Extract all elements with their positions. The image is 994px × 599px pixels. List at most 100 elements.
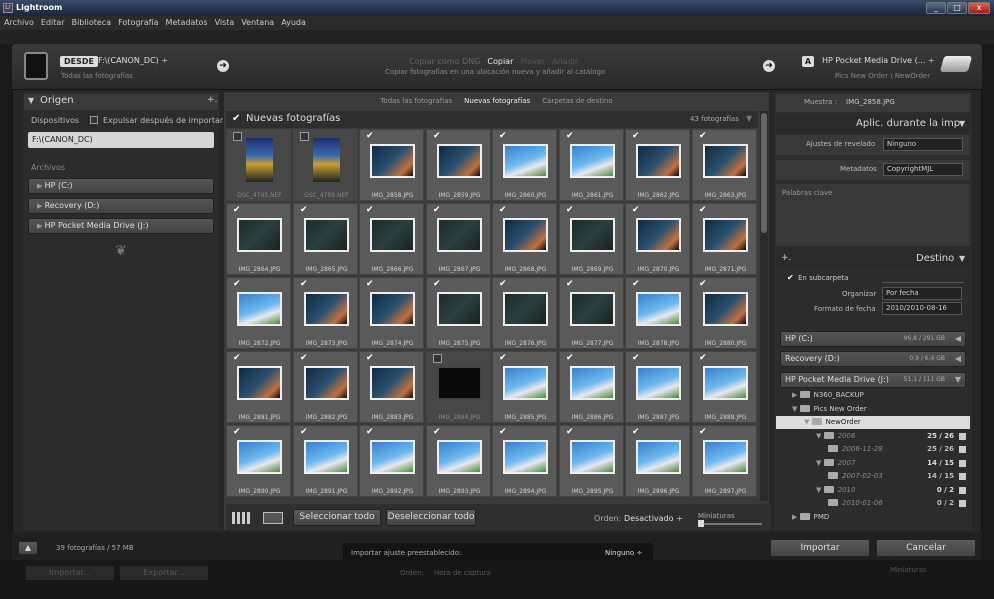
photo-thumbnail[interactable] (437, 218, 482, 252)
mode-add[interactable]: Añadir (552, 57, 578, 66)
folder-check-icon[interactable] (959, 486, 966, 494)
grid-scrollbar[interactable] (760, 111, 768, 501)
folder-tree-row[interactable]: 2007-02-03 14 / 15 (776, 470, 970, 483)
folder-tree-row[interactable]: ▶ N360_BACKUP (776, 389, 970, 402)
folder-check-icon[interactable] (959, 432, 966, 440)
unchecked-box-icon[interactable] (433, 354, 442, 363)
photo-cell[interactable]: ✔ IMG_2861.JPG (559, 129, 624, 201)
photo-thumbnail[interactable] (703, 218, 748, 252)
photo-thumbnail[interactable] (503, 218, 548, 252)
photo-cell[interactable]: ✔ IMG_2888.JPG (692, 351, 757, 423)
photo-thumbnail[interactable] (503, 292, 548, 326)
photo-cell[interactable]: ✔ IMG_2880.JPG (692, 277, 757, 349)
photo-cell[interactable]: ✔ IMG_2876.JPG (492, 277, 557, 349)
photo-cell[interactable]: ✔ IMG_2858.JPG (359, 129, 424, 201)
deselect-all-button[interactable]: Deseleccionar todo (386, 509, 476, 526)
checkmark-icon[interactable]: ✔ (499, 132, 508, 141)
checkmark-icon[interactable]: ✔ (699, 428, 708, 437)
photo-thumbnail[interactable] (570, 218, 615, 252)
photo-thumbnail[interactable] (304, 218, 349, 252)
photo-cell[interactable]: ✔ IMG_2863.JPG (692, 129, 757, 201)
selected-device[interactable]: F:\(CANON_DC) (28, 132, 214, 148)
checkmark-icon[interactable]: ✔ (233, 354, 242, 363)
checkmark-icon[interactable]: ✔ (433, 132, 442, 141)
folder-check-icon[interactable] (959, 473, 966, 480)
photo-thumbnail[interactable] (370, 218, 415, 252)
triangle-icon[interactable]: ▼ (816, 459, 824, 467)
checkmark-icon[interactable]: ✔ (499, 280, 508, 289)
photo-thumbnail[interactable] (503, 144, 548, 178)
subfolder-input[interactable] (882, 272, 964, 283)
dest-drive-hp-c[interactable]: HP (C:) 96,8 / 291 GB ◀ (780, 331, 966, 347)
checkmark-icon[interactable]: ✔ (300, 428, 309, 437)
photo-cell[interactable]: ✔ IMG_2883.JPG (359, 351, 424, 423)
datefmt-select[interactable]: 2010/2010-08-16 (882, 302, 962, 315)
mode-move[interactable]: Mover (520, 57, 545, 66)
photo-thumbnail[interactable] (570, 440, 615, 474)
menu-biblioteca[interactable]: Biblioteca (72, 16, 112, 30)
photo-thumbnail[interactable] (636, 366, 681, 400)
drive-recovery-d[interactable]: ▶ Recovery (D:) (28, 198, 214, 214)
develop-select[interactable]: Ninguno (883, 138, 963, 151)
photo-cell[interactable]: ✔ IMG_2875.JPG (426, 277, 491, 349)
photo-cell[interactable]: ✔ IMG_2868.JPG (492, 203, 557, 275)
photo-cell[interactable]: ✔ IMG_2882.JPG (293, 351, 358, 423)
checkmark-icon[interactable]: ✔ (632, 280, 641, 289)
photo-thumbnail[interactable] (570, 366, 615, 400)
photo-cell[interactable]: ✔ IMG_2859.JPG (426, 129, 491, 201)
photo-thumbnail[interactable] (636, 144, 681, 178)
checkmark-icon[interactable]: ✔ (233, 428, 242, 437)
scrollbar-thumb[interactable] (761, 113, 767, 233)
photo-cell[interactable]: IMG_2884.JPG (426, 351, 491, 423)
photo-cell[interactable]: ✔ IMG_2895.JPG (559, 425, 624, 497)
checkmark-icon[interactable]: ✔ (300, 354, 309, 363)
check-all-icon[interactable]: ✔ (232, 113, 240, 124)
photo-thumbnail[interactable] (503, 440, 548, 474)
photo-cell[interactable]: ✔ IMG_2892.JPG (359, 425, 424, 497)
photo-cell[interactable]: ✔ IMG_2896.JPG (625, 425, 690, 497)
checkmark-icon[interactable]: ✔ (632, 428, 641, 437)
photo-thumbnail[interactable] (570, 144, 615, 178)
triangle-icon[interactable]: ▼ (792, 405, 800, 413)
checkmark-icon[interactable]: ✔ (366, 428, 375, 437)
photo-cell[interactable]: ✔ IMG_2872.JPG (226, 277, 291, 349)
menu-vista[interactable]: Vista (215, 16, 235, 30)
photo-cell[interactable]: DSC_4799.NEF (293, 129, 358, 201)
photo-cell[interactable]: ✔ IMG_2887.JPG (625, 351, 690, 423)
checkmark-icon[interactable]: ✔ (233, 280, 242, 289)
checkmark-icon[interactable]: ✔ (566, 280, 575, 289)
photo-cell[interactable]: ✔ IMG_2897.JPG (692, 425, 757, 497)
checkmark-icon[interactable]: ✔ (566, 206, 575, 215)
photo-cell[interactable]: ✔ IMG_2869.JPG (559, 203, 624, 275)
triangle-icon[interactable]: ▼ (804, 418, 812, 426)
add-dest-button[interactable]: +. (781, 253, 791, 263)
order-select[interactable]: Desactivado ÷ (624, 514, 683, 523)
triangle-icon[interactable]: ▼ (816, 486, 824, 494)
photo-cell[interactable]: ✔ IMG_2873.JPG (293, 277, 358, 349)
triangle-icon[interactable]: ▶ (792, 513, 800, 521)
apply-header[interactable]: Aplic. durante la imp. ▼ (776, 115, 970, 133)
menu-metadatos[interactable]: Metadatos (166, 16, 208, 30)
menu-archivo[interactable]: Archivo (4, 16, 34, 30)
menu-ventana[interactable]: Ventana (241, 16, 274, 30)
menu-ayuda[interactable]: Ayuda (281, 16, 306, 30)
photo-thumbnail[interactable] (703, 292, 748, 326)
unchecked-box-icon[interactable] (300, 132, 309, 141)
photo-thumbnail[interactable] (703, 440, 748, 474)
folder-tree-row[interactable]: 2006-11-28 25 / 26 (776, 443, 970, 456)
dest-drive-recovery-d[interactable]: Recovery (D:) 0,9 / 6,4 GB ◀ (780, 351, 966, 367)
close-button[interactable]: x (968, 2, 990, 14)
keywords-box[interactable]: Palabras clave (776, 184, 970, 246)
folder-check-icon[interactable] (959, 500, 966, 507)
checkmark-icon[interactable]: ✔ (499, 206, 508, 215)
checkmark-icon[interactable]: ✔ (433, 428, 442, 437)
folder-tree-row[interactable]: ▼ 2007 14 / 15 (776, 457, 970, 470)
folder-tree-row[interactable]: ▶ PMD (776, 511, 970, 524)
tab-dest-folders[interactable]: Carpetas de destino (542, 94, 613, 108)
organize-select[interactable]: Por fecha (882, 287, 962, 300)
photo-thumbnail[interactable] (370, 440, 415, 474)
triangle-down-icon[interactable]: ▼ (746, 114, 752, 123)
photo-cell[interactable]: ✔ IMG_2886.JPG (559, 351, 624, 423)
photo-thumbnail[interactable] (703, 366, 748, 400)
photo-cell[interactable]: ✔ IMG_2894.JPG (492, 425, 557, 497)
